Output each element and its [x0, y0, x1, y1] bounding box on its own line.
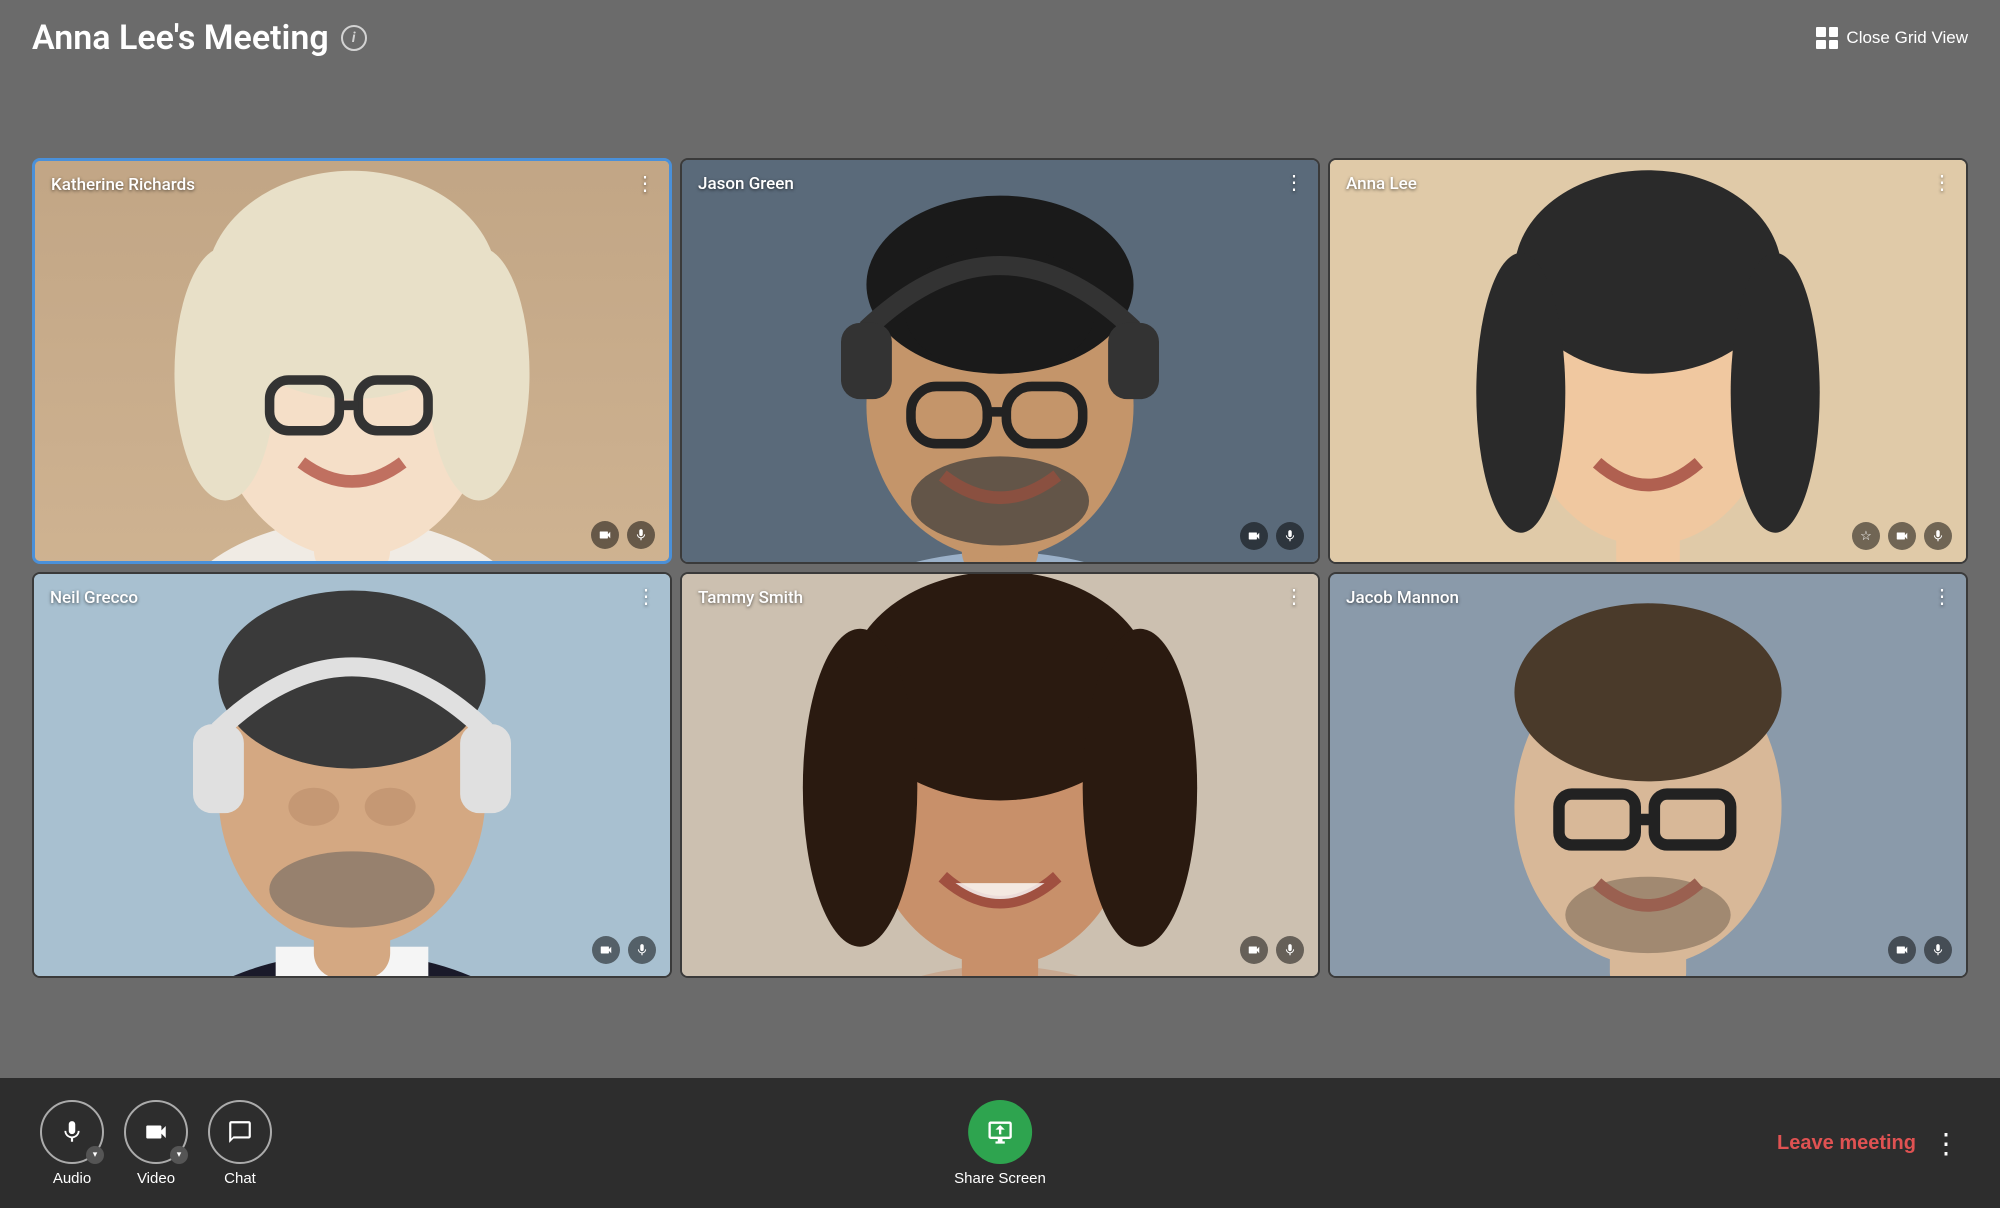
- meeting-title: Anna Lee's Meeting i: [32, 18, 367, 58]
- mic-icon-tammy[interactable]: [1276, 936, 1304, 964]
- chat-button-circle: [208, 1100, 272, 1164]
- close-grid-view-button[interactable]: Close Grid View: [1816, 27, 1968, 49]
- participant-name-tammy: Tammy Smith: [698, 588, 803, 608]
- video-icon-jacob[interactable]: [1888, 936, 1916, 964]
- video-icon-neil[interactable]: [592, 936, 620, 964]
- camera-icon: [143, 1119, 169, 1145]
- video-tile-neil: Neil Grecco ⋮: [32, 572, 672, 978]
- more-options-neil[interactable]: ⋮: [636, 586, 656, 606]
- star-icon-anna[interactable]: ☆: [1852, 522, 1880, 550]
- more-options-jason[interactable]: ⋮: [1284, 172, 1304, 192]
- toolbar-left: ▾ Audio ▾ Video Chat: [40, 1100, 272, 1187]
- more-options-tammy[interactable]: ⋮: [1284, 586, 1304, 606]
- more-options-anna[interactable]: ⋮: [1932, 172, 1952, 192]
- participant-name-neil: Neil Grecco: [50, 588, 138, 608]
- video-grid-container: Katherine Richards ⋮: [0, 68, 2000, 1078]
- audio-button-circle: ▾: [40, 1100, 104, 1164]
- video-tile-katherine: Katherine Richards ⋮: [32, 158, 672, 564]
- chat-icon: [227, 1119, 253, 1145]
- meeting-title-text: Anna Lee's Meeting: [32, 18, 329, 58]
- leave-meeting-button[interactable]: Leave meeting: [1777, 1132, 1916, 1155]
- video-button[interactable]: ▾ Video: [124, 1100, 188, 1187]
- more-options-katherine[interactable]: ⋮: [635, 173, 655, 193]
- participant-name-anna: Anna Lee: [1346, 174, 1417, 194]
- video-chevron-icon[interactable]: ▾: [170, 1146, 188, 1164]
- mic-icon-jacob[interactable]: [1924, 936, 1952, 964]
- video-tile-jason: Jason Green ⋮: [680, 158, 1320, 564]
- more-options-jacob[interactable]: ⋮: [1932, 586, 1952, 606]
- share-screen-circle: [968, 1100, 1032, 1164]
- video-button-circle: ▾: [124, 1100, 188, 1164]
- mic-icon: [59, 1119, 85, 1145]
- participant-name-katherine: Katherine Richards: [51, 175, 195, 195]
- video-icon-anna[interactable]: [1888, 522, 1916, 550]
- tile-controls-anna: ☆: [1852, 522, 1952, 550]
- tile-controls-tammy: [1240, 936, 1304, 964]
- grid-icon: [1816, 27, 1838, 49]
- header: Anna Lee's Meeting i Close Grid View: [0, 0, 2000, 68]
- tile-controls-jacob: [1888, 936, 1952, 964]
- mic-icon-jason[interactable]: [1276, 522, 1304, 550]
- share-screen-icon: [986, 1118, 1014, 1146]
- video-icon-tammy[interactable]: [1240, 936, 1268, 964]
- toolbar-right: Leave meeting ⋮: [1777, 1127, 1960, 1160]
- participant-name-jacob: Jacob Mannon: [1346, 588, 1459, 608]
- audio-button[interactable]: ▾ Audio: [40, 1100, 104, 1187]
- video-label: Video: [137, 1170, 175, 1187]
- share-screen-button[interactable]: Share Screen: [954, 1100, 1046, 1187]
- tile-controls-jason: [1240, 522, 1304, 550]
- mic-icon-katherine[interactable]: [627, 521, 655, 549]
- tile-controls-katherine: [591, 521, 655, 549]
- mic-icon-anna[interactable]: [1924, 522, 1952, 550]
- mic-icon-neil[interactable]: [628, 936, 656, 964]
- video-tile-jacob: Jacob Mannon ⋮: [1328, 572, 1968, 978]
- audio-chevron-icon[interactable]: ▾: [86, 1146, 104, 1164]
- tile-controls-neil: [592, 936, 656, 964]
- video-icon-katherine[interactable]: [591, 521, 619, 549]
- video-grid: Katherine Richards ⋮: [32, 158, 1968, 978]
- video-icon-jason[interactable]: [1240, 522, 1268, 550]
- video-tile-anna: Anna Lee ⋮ ☆: [1328, 158, 1968, 564]
- share-screen-label: Share Screen: [954, 1170, 1046, 1187]
- info-icon[interactable]: i: [341, 25, 367, 51]
- audio-label: Audio: [53, 1170, 91, 1187]
- toolbar: ▾ Audio ▾ Video Chat: [0, 1078, 2000, 1208]
- chat-label: Chat: [224, 1170, 256, 1187]
- grid-view-label: Close Grid View: [1846, 28, 1968, 48]
- participant-name-jason: Jason Green: [698, 174, 794, 194]
- video-tile-tammy: Tammy Smith ⋮: [680, 572, 1320, 978]
- more-options-toolbar-button[interactable]: ⋮: [1932, 1127, 1960, 1160]
- chat-button[interactable]: Chat: [208, 1100, 272, 1187]
